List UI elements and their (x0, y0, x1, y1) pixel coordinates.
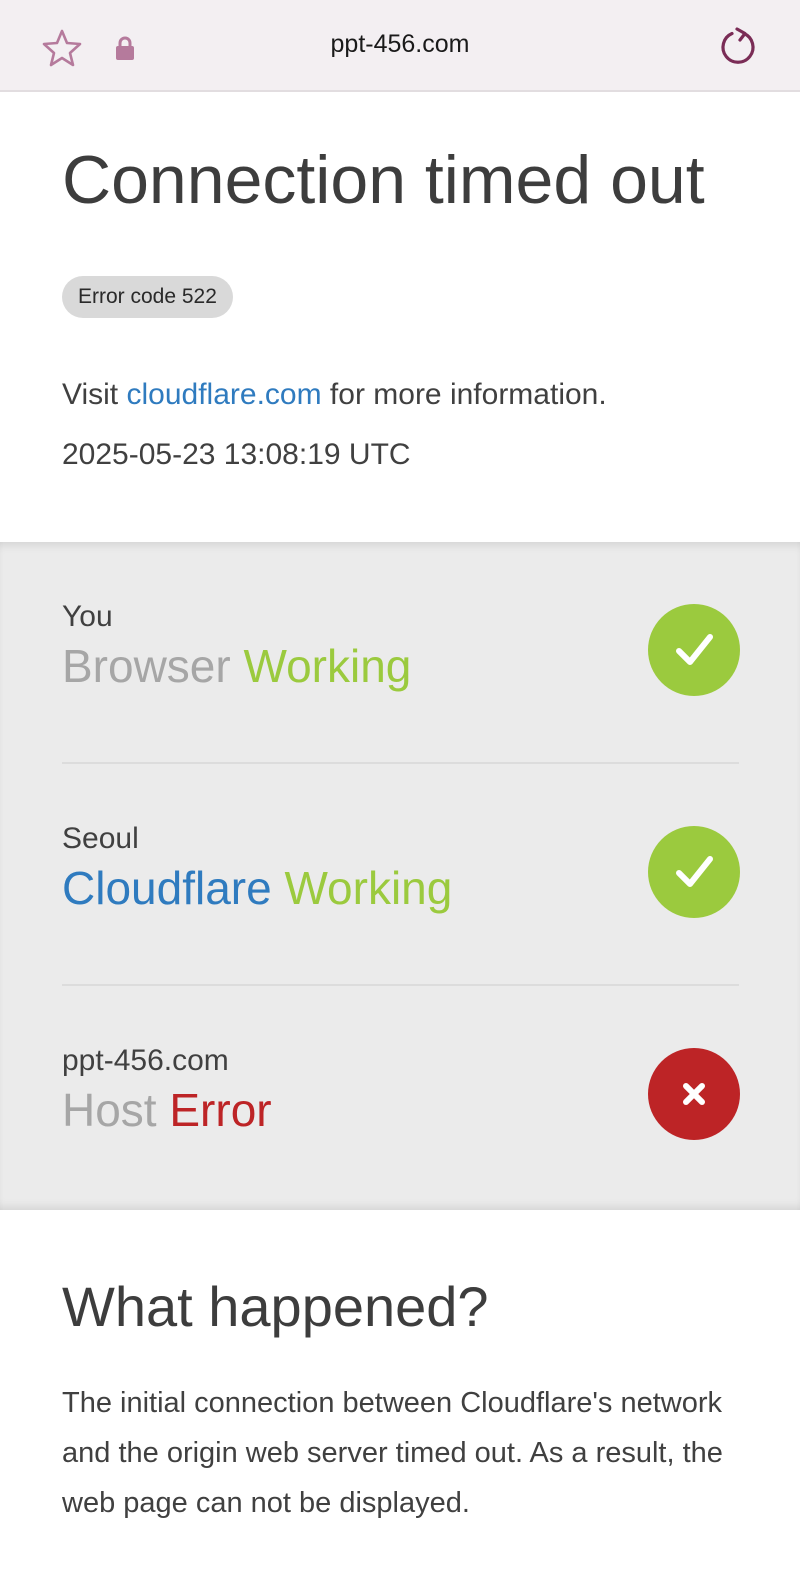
close-icon (683, 1083, 705, 1105)
status-component: Host (62, 1084, 157, 1136)
error-code-badge: Error code 522 (62, 276, 233, 318)
status-location: ppt-456.com (62, 1044, 229, 1077)
status-component: Browser (62, 640, 231, 692)
check-icon (676, 856, 713, 887)
visit-info: Visit cloudflare.com for more informatio… (62, 378, 607, 412)
what-happened-section: What happened? The initial connection be… (0, 1210, 800, 1594)
page-title: Connection timed out (62, 142, 705, 218)
status-badge-ok (648, 604, 740, 696)
visit-suffix: for more information. (329, 378, 607, 411)
status-badge-error (648, 1048, 740, 1140)
status-line: Cloudflare Working (62, 860, 452, 916)
status-row-cloudflare: Seoul Cloudflare Working (62, 764, 740, 986)
status-panel: You Browser Working Seoul Cloudflare Wor… (0, 542, 800, 1210)
status-text: Working (243, 640, 412, 692)
reload-icon[interactable] (718, 27, 758, 67)
address-bar-url[interactable]: ppt-456.com (0, 30, 800, 59)
error-header: Connection timed out Error code 522 Visi… (0, 92, 800, 542)
status-text: Error (169, 1084, 272, 1136)
status-location: You (62, 600, 113, 633)
status-line: Browser Working (62, 638, 411, 694)
cloudflare-link[interactable]: cloudflare.com (126, 378, 321, 411)
status-location: Seoul (62, 822, 139, 855)
status-row-host: ppt-456.com Host Error (62, 986, 740, 1208)
visit-prefix: Visit (62, 378, 119, 411)
browser-toolbar: ppt-456.com (0, 0, 800, 92)
status-line: Host Error (62, 1082, 272, 1138)
status-text: Working (284, 862, 453, 914)
error-timestamp: 2025-05-23 13:08:19 UTC (62, 438, 411, 471)
check-icon (676, 634, 713, 665)
status-component: Cloudflare (62, 862, 272, 914)
section-heading: What happened? (62, 1275, 489, 1338)
status-row-browser: You Browser Working (62, 542, 740, 764)
section-body: The initial connection between Cloudflar… (62, 1387, 723, 1519)
status-badge-ok (648, 826, 740, 918)
